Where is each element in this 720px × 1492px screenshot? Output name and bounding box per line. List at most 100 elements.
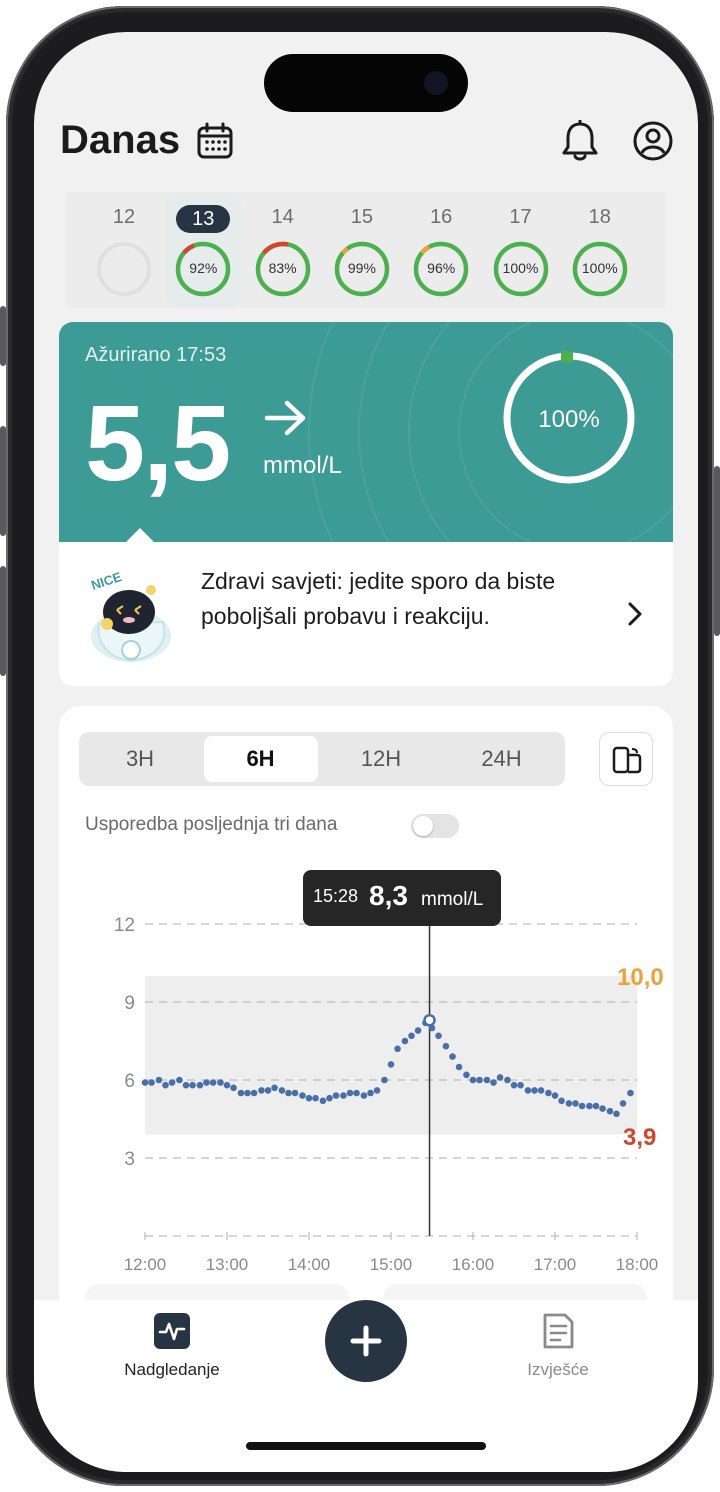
bell-icon[interactable] xyxy=(560,120,600,162)
glucose-point xyxy=(586,1102,593,1110)
glucose-point xyxy=(408,1032,415,1040)
glucose-point xyxy=(401,1037,409,1045)
mascot-icon: NICE xyxy=(89,569,171,662)
pulse-icon xyxy=(154,1313,190,1349)
date-item-17[interactable]: 17 100% xyxy=(483,192,559,308)
glucose-point xyxy=(196,1081,204,1089)
glucose-point xyxy=(340,1092,347,1099)
health-tip-card[interactable]: NICE Zdravi savjeti: jedite sporo da bis… xyxy=(59,542,673,686)
y-tick-label: 9 xyxy=(124,993,135,1014)
calendar-icon[interactable] xyxy=(196,122,234,160)
x-tick-label: 18:00 xyxy=(616,1255,659,1274)
glucose-point xyxy=(223,1081,231,1089)
date-item-13[interactable]: 13 92% xyxy=(165,192,242,308)
glucose-point xyxy=(578,1102,586,1110)
glucose-point xyxy=(606,1107,614,1115)
glucose-point xyxy=(176,1076,183,1084)
glucose-point xyxy=(551,1092,559,1099)
health-tip-text: Zdravi savjeti: jedite sporo da biste po… xyxy=(201,568,556,629)
date-percent: 100% xyxy=(502,260,539,276)
y-tick-label: 6 xyxy=(124,1071,135,1092)
date-item-16[interactable]: 16 96% xyxy=(403,192,479,308)
glucose-point xyxy=(524,1087,532,1094)
date-strip: 12 13 92% 14 83% 15 99% 16 96% 17 100% 18 100% xyxy=(66,192,666,308)
glucose-point xyxy=(244,1089,251,1097)
add-button[interactable] xyxy=(325,1300,407,1382)
tab-monitoring[interactable]: Nadgledanje xyxy=(102,1312,242,1380)
low-target-label: 3,9 xyxy=(623,1124,657,1151)
glucose-point xyxy=(271,1084,278,1092)
glucose-point xyxy=(572,1100,579,1107)
date-number: 17 xyxy=(509,206,532,228)
x-tick-label: 14:00 xyxy=(288,1255,331,1274)
glucose-point xyxy=(250,1089,258,1097)
glucose-point xyxy=(565,1100,573,1107)
glucose-point xyxy=(299,1092,306,1099)
chevron-right-icon[interactable] xyxy=(625,600,645,628)
glucose-point xyxy=(537,1087,545,1094)
glucose-point xyxy=(449,1053,456,1060)
x-tick-label: 13:00 xyxy=(206,1255,249,1274)
glucose-point xyxy=(517,1081,524,1089)
right-arrow-icon xyxy=(264,400,306,436)
camera-icon xyxy=(424,71,448,95)
app-header: Danas xyxy=(34,112,698,172)
volume-up-button xyxy=(0,426,6,536)
glucose-chart[interactable]: 3 6 9 12 12:00 13:00 14:00 15:00 16:00 17:00 18:00 xyxy=(59,706,673,1326)
glucose-value: 5,5 xyxy=(85,382,231,503)
date-item-12[interactable]: 12 xyxy=(86,192,162,308)
high-target-label: 10,0 xyxy=(617,964,664,991)
date-number: 12 xyxy=(112,206,136,228)
card-pointer xyxy=(126,528,154,542)
glucose-point xyxy=(162,1081,169,1089)
glucose-point xyxy=(504,1076,511,1084)
date-number: 13 xyxy=(176,205,231,233)
glucose-point xyxy=(217,1079,224,1086)
target-range-band xyxy=(145,976,637,1135)
glucose-point xyxy=(353,1089,360,1097)
glucose-point xyxy=(463,1071,470,1079)
tooltip-time: 15:28 xyxy=(313,886,359,906)
glucose-point xyxy=(326,1094,333,1102)
glucose-chart-card: 3H 6H 12H 24H Usporedba posljednja tri dana… xyxy=(59,706,673,1326)
current-reading-card[interactable]: Ažurirano 17:53 5,5 mmol/L 100% xyxy=(59,322,673,542)
glucose-point xyxy=(305,1094,313,1102)
glucose-point xyxy=(545,1089,552,1097)
plus-icon xyxy=(350,1325,382,1357)
glucose-point xyxy=(387,1061,395,1068)
glucose-point xyxy=(613,1110,620,1118)
x-tick-label: 16:00 xyxy=(452,1255,495,1274)
bottom-tab-bar: Nadgledanje Izvješće xyxy=(34,1300,698,1472)
date-percent: 99% xyxy=(347,260,376,276)
date-percent: 96% xyxy=(427,260,456,276)
glucose-point xyxy=(360,1092,368,1099)
glucose-point xyxy=(168,1079,176,1086)
date-item-15[interactable]: 15 99% xyxy=(324,192,400,308)
y-tick-label: 3 xyxy=(124,1149,135,1170)
date-number: 15 xyxy=(350,206,374,228)
glucose-point xyxy=(490,1079,497,1086)
profile-icon[interactable] xyxy=(632,120,674,162)
glucose-point xyxy=(442,1042,450,1050)
date-percent: 100% xyxy=(581,260,618,276)
glucose-point xyxy=(264,1087,272,1094)
ring-track xyxy=(97,242,151,296)
date-number: 16 xyxy=(430,206,453,228)
date-number: 14 xyxy=(271,206,294,228)
glucose-point xyxy=(278,1087,286,1094)
app-screen: Danas 12 13 92% 14 83% 15 99% 16 96% 17 … xyxy=(34,32,698,1472)
glucose-point xyxy=(394,1045,401,1053)
glucose-point xyxy=(381,1076,388,1084)
glucose-point xyxy=(599,1105,606,1112)
updated-time: Ažurirano 17:53 xyxy=(85,344,227,366)
volume-down-button xyxy=(0,566,6,676)
date-item-14[interactable]: 14 83% xyxy=(245,192,321,308)
chart-tooltip: 15:28 8,3 mmol/L xyxy=(303,870,501,926)
tab-reports[interactable]: Izvješće xyxy=(488,1312,628,1380)
glucose-point xyxy=(455,1063,463,1071)
glucose-point xyxy=(373,1087,381,1094)
glucose-point xyxy=(230,1084,237,1092)
glucose-point xyxy=(312,1094,319,1102)
date-item-18[interactable]: 18 100% xyxy=(562,192,638,308)
action-button xyxy=(0,306,6,366)
